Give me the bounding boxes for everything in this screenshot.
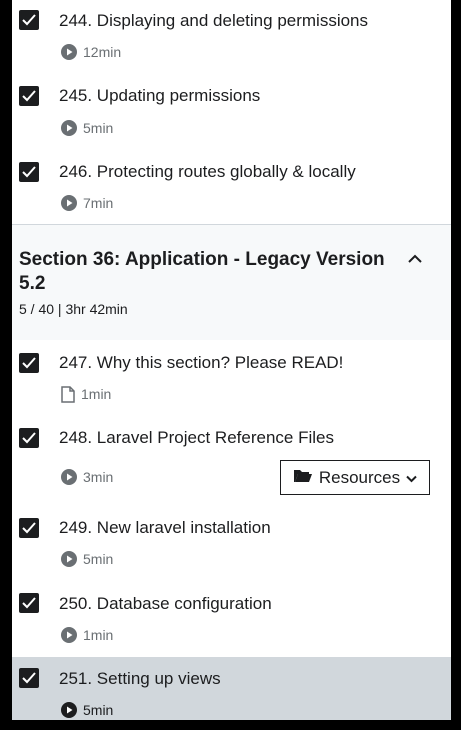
lecture-meta: 3min bbox=[61, 468, 113, 486]
lecture-item-249[interactable]: 249. New laravel installation 5min bbox=[12, 507, 451, 583]
lecture-item-247[interactable]: 247. Why this section? Please READ! 1min bbox=[12, 340, 451, 416]
lecture-meta: 12min bbox=[61, 43, 121, 61]
lecture-item-250[interactable]: 250. Database configuration 1min bbox=[12, 583, 451, 657]
lecture-title[interactable]: 244. Displaying and deleting permissions bbox=[59, 11, 368, 31]
lecture-duration: 5min bbox=[83, 702, 114, 718]
lecture-item-245[interactable]: 245. Updating permissions 5min bbox=[12, 74, 451, 150]
lecture-title[interactable]: 251. Setting up views bbox=[59, 669, 221, 689]
lecture-meta: 7min bbox=[61, 194, 113, 212]
lecture-duration: 3min bbox=[83, 469, 114, 485]
lecture-meta: 5min bbox=[61, 550, 113, 568]
lecture-meta: 5min bbox=[61, 701, 113, 719]
folder-open-icon bbox=[293, 468, 313, 488]
chevron-up-icon[interactable] bbox=[408, 251, 422, 269]
completed-checkbox[interactable] bbox=[19, 668, 39, 688]
completed-checkbox[interactable] bbox=[19, 86, 39, 106]
lecture-item-244[interactable]: 244. Displaying and deleting permissions… bbox=[12, 0, 451, 74]
play-icon bbox=[61, 702, 77, 718]
play-icon bbox=[61, 627, 77, 643]
completed-checkbox[interactable] bbox=[19, 10, 39, 30]
resources-button[interactable]: Resources bbox=[280, 460, 430, 495]
curriculum-panel: 244. Displaying and deleting permissions… bbox=[12, 0, 451, 720]
play-icon bbox=[61, 44, 77, 60]
play-icon bbox=[61, 551, 77, 567]
lecture-item-248[interactable]: 248. Laravel Project Reference Files 3mi… bbox=[12, 416, 451, 507]
file-icon bbox=[61, 385, 75, 403]
lecture-title[interactable]: 250. Database configuration bbox=[59, 594, 272, 614]
lecture-duration: 5min bbox=[83, 120, 114, 136]
lecture-item-246[interactable]: 246. Protecting routes globally & locall… bbox=[12, 150, 451, 224]
lecture-duration: 5min bbox=[83, 551, 114, 567]
lecture-duration: 1min bbox=[83, 627, 114, 643]
lecture-duration: 7min bbox=[83, 195, 114, 211]
lecture-meta: 5min bbox=[61, 119, 113, 137]
lecture-duration: 12min bbox=[83, 44, 122, 60]
lecture-item-251[interactable]: 251. Setting up views 5min bbox=[12, 657, 451, 720]
completed-checkbox[interactable] bbox=[19, 428, 39, 448]
lecture-duration: 1min bbox=[81, 386, 112, 402]
lecture-title[interactable]: 246. Protecting routes globally & locall… bbox=[59, 162, 356, 182]
lecture-title[interactable]: 245. Updating permissions bbox=[59, 86, 260, 106]
play-icon bbox=[61, 120, 77, 136]
section-title[interactable]: Section 36: Application - Legacy Version… bbox=[19, 248, 399, 296]
play-icon bbox=[61, 469, 77, 485]
play-icon bbox=[61, 195, 77, 211]
resources-label: Resources bbox=[318, 467, 401, 487]
lecture-title[interactable]: 249. New laravel installation bbox=[59, 518, 271, 538]
lecture-title[interactable]: 247. Why this section? Please READ! bbox=[59, 353, 343, 373]
chevron-down-icon bbox=[406, 468, 417, 488]
completed-checkbox[interactable] bbox=[19, 518, 39, 538]
completed-checkbox[interactable] bbox=[19, 593, 39, 613]
completed-checkbox[interactable] bbox=[19, 162, 39, 182]
lecture-meta: 1min bbox=[61, 385, 111, 403]
section-progress: 5 / 40 | 3hr 42min bbox=[19, 301, 128, 317]
completed-checkbox[interactable] bbox=[19, 353, 39, 373]
lecture-title[interactable]: 248. Laravel Project Reference Files bbox=[59, 428, 334, 448]
section-header[interactable]: Section 36: Application - Legacy Version… bbox=[12, 224, 451, 340]
lecture-meta: 1min bbox=[61, 626, 113, 644]
